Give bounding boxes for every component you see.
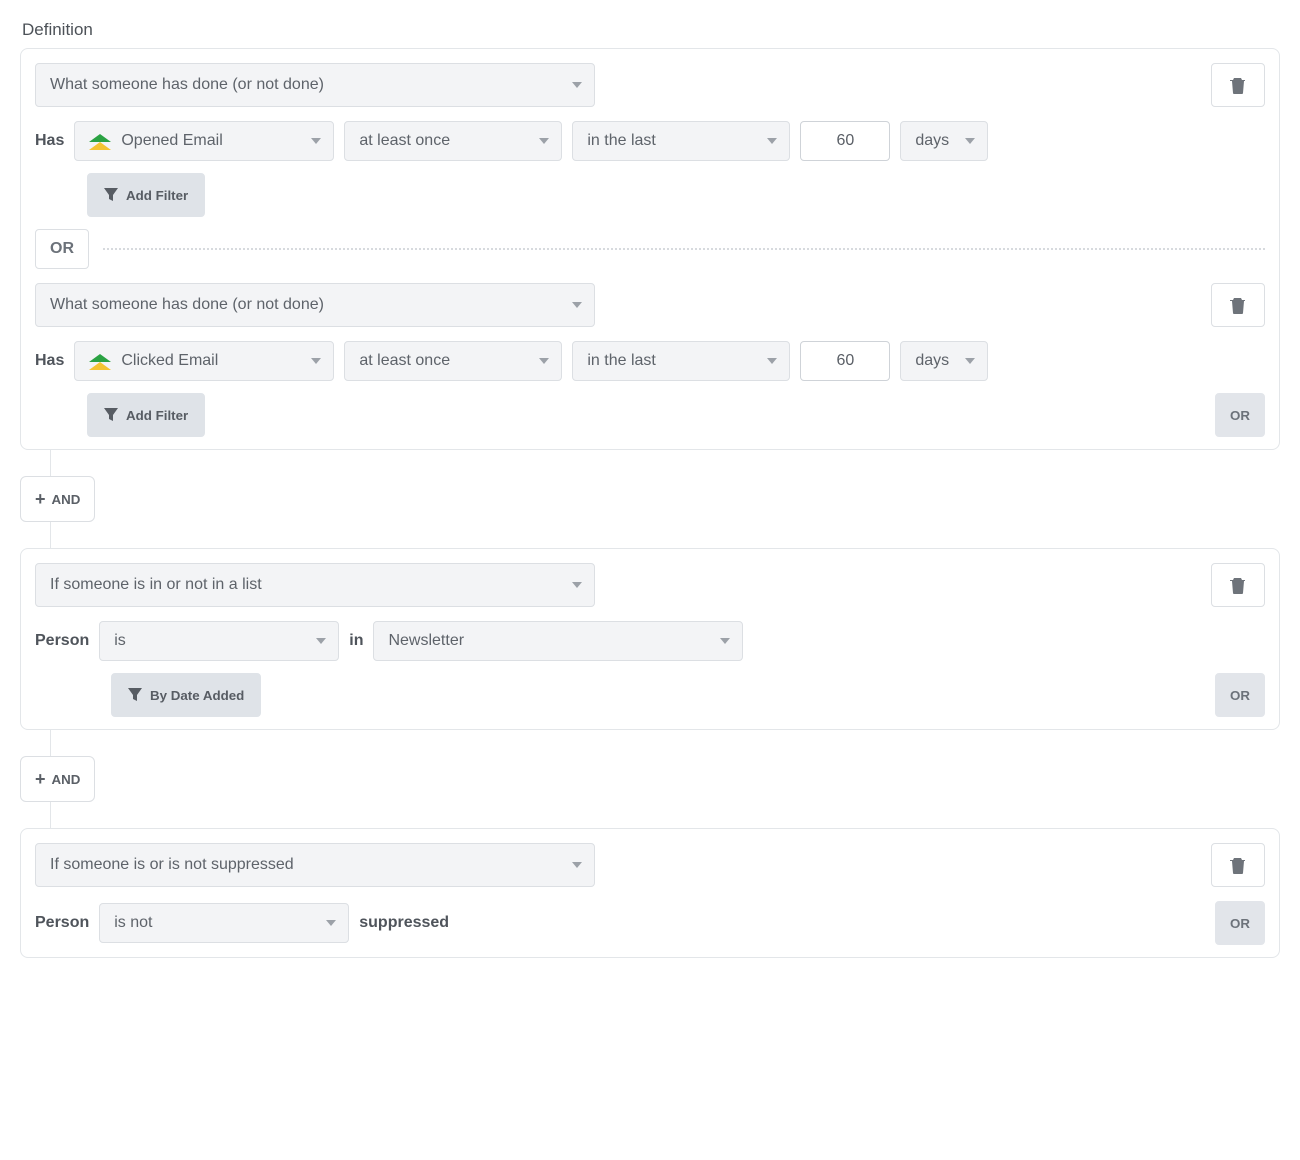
person-label: Person (35, 914, 89, 932)
klaviyo-icon (89, 132, 111, 150)
chevron-down-icon (572, 582, 582, 588)
condition-type-label: If someone is or is not suppressed (50, 856, 294, 874)
list-select[interactable]: Newsletter (373, 621, 743, 661)
condition-type-select[interactable]: If someone is or is not suppressed (35, 843, 595, 887)
connector-line (50, 802, 51, 828)
connector-line (50, 730, 51, 756)
is-not-label: is not (114, 914, 152, 932)
chevron-down-icon (539, 358, 549, 364)
range-label: in the last (587, 352, 655, 370)
event-label: Clicked Email (121, 352, 218, 370)
add-or-button[interactable]: OR (1215, 393, 1265, 437)
delete-condition-button[interactable] (1211, 283, 1265, 327)
and-label: AND (52, 492, 81, 507)
delete-condition-button[interactable] (1211, 63, 1265, 107)
add-filter-button[interactable]: Add Filter (87, 173, 205, 217)
chevron-down-icon (767, 138, 777, 144)
is-not-select[interactable]: is not (99, 903, 349, 943)
trash-icon (1230, 296, 1246, 314)
frequency-select[interactable]: at least once (344, 121, 562, 161)
range-value-input[interactable] (800, 121, 890, 161)
chevron-down-icon (326, 920, 336, 926)
chevron-down-icon (311, 138, 321, 144)
unit-label: days (915, 132, 949, 150)
and-label: AND (52, 772, 81, 787)
frequency-select[interactable]: at least once (344, 341, 562, 381)
chevron-down-icon (572, 82, 582, 88)
klaviyo-icon (89, 352, 111, 370)
unit-select[interactable]: days (900, 121, 988, 161)
event-label: Opened Email (121, 132, 222, 150)
condition-type-select[interactable]: If someone is in or not in a list (35, 563, 595, 607)
suppressed-label: suppressed (359, 914, 449, 932)
frequency-label: at least once (359, 352, 450, 370)
and-connector: + AND (20, 730, 1280, 828)
add-filter-label: Add Filter (126, 188, 188, 203)
has-label: Has (35, 352, 64, 370)
trash-icon (1230, 76, 1246, 94)
condition-group-3: If someone is or is not suppressed Perso… (20, 828, 1280, 958)
chevron-down-icon (965, 358, 975, 364)
filter-icon (128, 688, 142, 702)
chevron-down-icon (767, 358, 777, 364)
event-select[interactable]: Clicked Email (74, 341, 334, 381)
is-select[interactable]: is (99, 621, 339, 661)
dotted-line (103, 248, 1265, 250)
condition-type-label: What someone has done (or not done) (50, 296, 324, 314)
chevron-down-icon (720, 638, 730, 644)
chevron-down-icon (572, 302, 582, 308)
frequency-label: at least once (359, 132, 450, 150)
condition-type-label: What someone has done (or not done) (50, 76, 324, 94)
unit-select[interactable]: days (900, 341, 988, 381)
chevron-down-icon (539, 138, 549, 144)
filter-icon (104, 408, 118, 422)
range-select[interactable]: in the last (572, 121, 790, 161)
add-or-button[interactable]: OR (1215, 901, 1265, 945)
trash-icon (1230, 856, 1246, 874)
connector-line (50, 522, 51, 548)
condition-type-label: If someone is in or not in a list (50, 576, 262, 594)
or-divider: OR (35, 229, 1265, 269)
has-label: Has (35, 132, 64, 150)
is-label: is (114, 632, 126, 650)
connector-line (50, 450, 51, 476)
or-separator: OR (35, 229, 89, 269)
add-and-button[interactable]: + AND (20, 476, 95, 522)
add-or-button[interactable]: OR (1215, 673, 1265, 717)
range-label: in the last (587, 132, 655, 150)
in-label: in (349, 632, 363, 650)
plus-icon: + (35, 490, 46, 508)
chevron-down-icon (311, 358, 321, 364)
range-value-input[interactable] (800, 341, 890, 381)
list-name-label: Newsletter (388, 632, 464, 650)
by-date-added-label: By Date Added (150, 688, 244, 703)
section-heading: Definition (22, 20, 1280, 40)
condition-type-select[interactable]: What someone has done (or not done) (35, 63, 595, 107)
plus-icon: + (35, 770, 46, 788)
unit-label: days (915, 352, 949, 370)
condition-group-1: What someone has done (or not done) Has … (20, 48, 1280, 450)
chevron-down-icon (572, 862, 582, 868)
delete-condition-button[interactable] (1211, 843, 1265, 887)
add-filter-label: Add Filter (126, 408, 188, 423)
by-date-added-button[interactable]: By Date Added (111, 673, 261, 717)
add-and-button[interactable]: + AND (20, 756, 95, 802)
chevron-down-icon (965, 138, 975, 144)
trash-icon (1230, 576, 1246, 594)
range-select[interactable]: in the last (572, 341, 790, 381)
and-connector: + AND (20, 450, 1280, 548)
chevron-down-icon (316, 638, 326, 644)
filter-icon (104, 188, 118, 202)
person-label: Person (35, 632, 89, 650)
event-select[interactable]: Opened Email (74, 121, 334, 161)
condition-type-select[interactable]: What someone has done (or not done) (35, 283, 595, 327)
add-filter-button[interactable]: Add Filter (87, 393, 205, 437)
delete-condition-button[interactable] (1211, 563, 1265, 607)
condition-group-2: If someone is in or not in a list Person… (20, 548, 1280, 730)
